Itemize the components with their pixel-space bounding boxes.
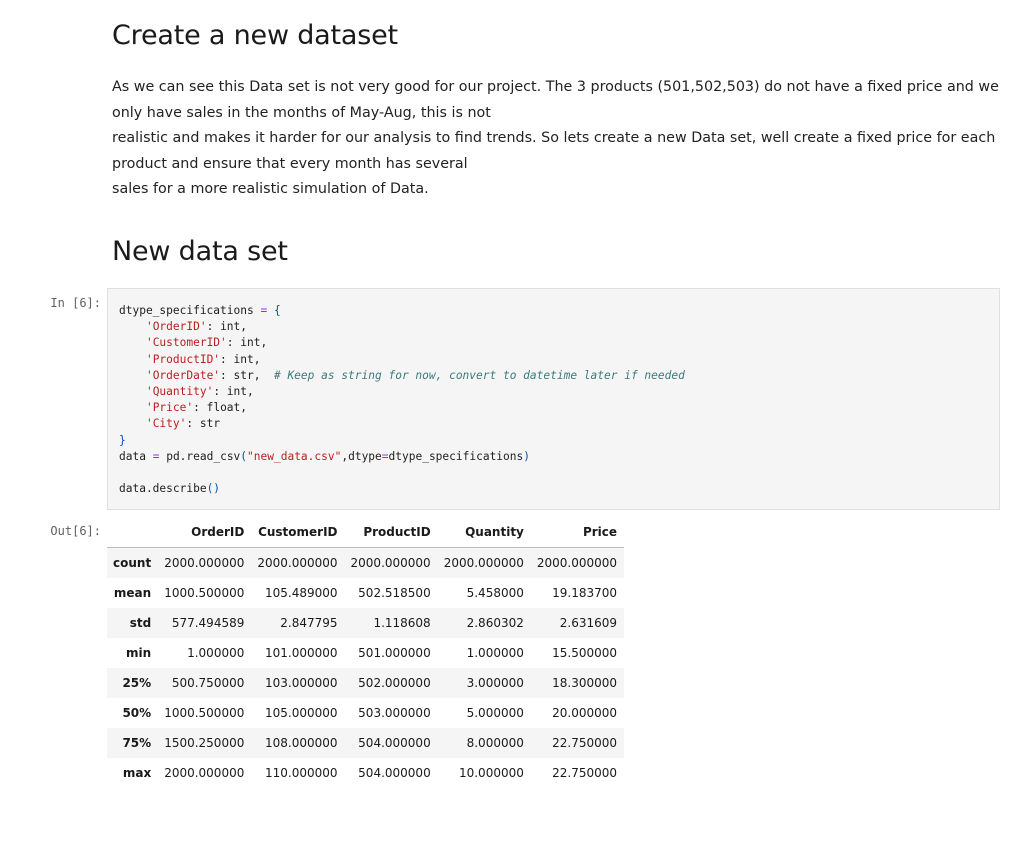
table-cell: 1500.250000 [164, 736, 245, 750]
table-cell: 1000.500000 [164, 586, 245, 600]
table-row: mean 1000.500000 105.489000 502.518500 5… [107, 578, 625, 608]
table-row: min 1.000000 101.000000 501.000000 1.000… [107, 638, 625, 668]
heading-new-data-set: New data set [112, 236, 288, 267]
intro-paragraph[interactable]: As we can see this Data set is not very … [112, 75, 1002, 203]
row-label: min [126, 646, 152, 660]
table-cell: 2000.000000 [164, 556, 245, 570]
row-label: mean [113, 586, 152, 600]
table-cell: 502.518500 [358, 586, 431, 600]
table-cell: 2.631609 [559, 616, 618, 630]
table-cell: 1.118608 [373, 616, 431, 630]
intro-line: realistic and makes it harder for our an… [112, 130, 996, 147]
table-row: 25% 500.750000 103.000000 502.000000 3.0… [107, 668, 625, 698]
table-cell: 20.000000 [552, 706, 618, 720]
column-header: OrderID [158, 517, 252, 548]
column-header: Price [530, 517, 625, 548]
table-cell: 2000.000000 [536, 556, 618, 570]
table-cell: 108.000000 [265, 736, 338, 750]
table-cell: 5.000000 [466, 706, 524, 720]
column-header: ProductID [344, 517, 438, 548]
row-label: count [113, 556, 152, 570]
table-row: 75% 1500.250000 108.000000 504.000000 8.… [107, 728, 625, 758]
table-cell: 101.000000 [265, 646, 338, 660]
row-label: max [122, 766, 152, 780]
table-cell: 3.000000 [466, 676, 524, 690]
table-cell: 2000.000000 [164, 766, 245, 780]
output-prompt: Out[6]: [50, 524, 101, 538]
table-cell: 22.750000 [552, 736, 618, 750]
table-row: 50% 1000.500000 105.000000 503.000000 5.… [107, 698, 625, 728]
table-header-row: OrderID CustomerID ProductID Quantity Pr… [107, 517, 625, 548]
table-cell: 1.000000 [187, 646, 245, 660]
table-cell: 8.000000 [466, 736, 524, 750]
table-cell: 504.000000 [358, 736, 431, 750]
markdown-cell-create[interactable]: Create a new dataset [112, 20, 1002, 51]
column-header: CustomerID [251, 517, 345, 548]
table-cell: 501.000000 [358, 646, 431, 660]
heading-create-dataset: Create a new dataset [112, 20, 398, 51]
table-cell: 1000.500000 [164, 706, 245, 720]
row-label: std [129, 616, 152, 630]
column-header: Quantity [437, 517, 531, 548]
table-cell: 2000.000000 [257, 556, 338, 570]
table-cell: 2.847795 [280, 616, 338, 630]
row-label: 50% [122, 706, 152, 720]
markdown-cell-new[interactable]: New data set [112, 236, 1002, 267]
table-cell: 103.000000 [265, 676, 338, 690]
table-cell: 577.494589 [171, 616, 245, 630]
table-cell: 2.860302 [466, 616, 524, 630]
table-cell: 110.000000 [265, 766, 338, 780]
table-cell: 2000.000000 [443, 556, 524, 570]
code-text: dtype_specifications = { 'OrderID': int,… [119, 304, 685, 496]
table-cell: 503.000000 [358, 706, 431, 720]
table-cell: 22.750000 [552, 766, 618, 780]
table-cell: 500.750000 [171, 676, 245, 690]
table-cell: 105.000000 [265, 706, 338, 720]
table-cell: 1.000000 [466, 646, 524, 660]
table-row: std 577.494589 2.847795 1.118608 2.86030… [107, 608, 625, 638]
table-cell: 504.000000 [358, 766, 431, 780]
intro-line: only have sales in the months of May-Aug… [112, 104, 491, 121]
table-cell: 15.500000 [552, 646, 618, 660]
intro-line: sales for a more realistic simulation of… [112, 181, 429, 198]
index-header [107, 517, 159, 548]
table-cell: 19.183700 [552, 586, 618, 600]
table-cell: 18.300000 [552, 676, 618, 690]
intro-line: As we can see this Data set is not very … [112, 79, 999, 95]
table-cell: 502.000000 [358, 676, 431, 690]
table-cell: 5.458000 [466, 586, 524, 600]
intro-line: product and ensure that every month has … [112, 155, 468, 172]
row-label: 25% [122, 676, 152, 690]
table-cell: 2000.000000 [350, 556, 431, 570]
table-cell: 105.489000 [265, 586, 338, 600]
code-cell-editor[interactable]: dtype_specifications = { 'OrderID': int,… [107, 288, 1000, 510]
input-prompt: In [6]: [50, 296, 101, 310]
describe-output-table: OrderID CustomerID ProductID Quantity Pr… [107, 517, 625, 788]
row-label: 75% [122, 736, 152, 750]
table-cell: 10.000000 [458, 766, 524, 780]
table-row: max 2000.000000 110.000000 504.000000 10… [107, 758, 625, 788]
table-row: count 2000.000000 2000.000000 2000.00000… [107, 547, 625, 578]
